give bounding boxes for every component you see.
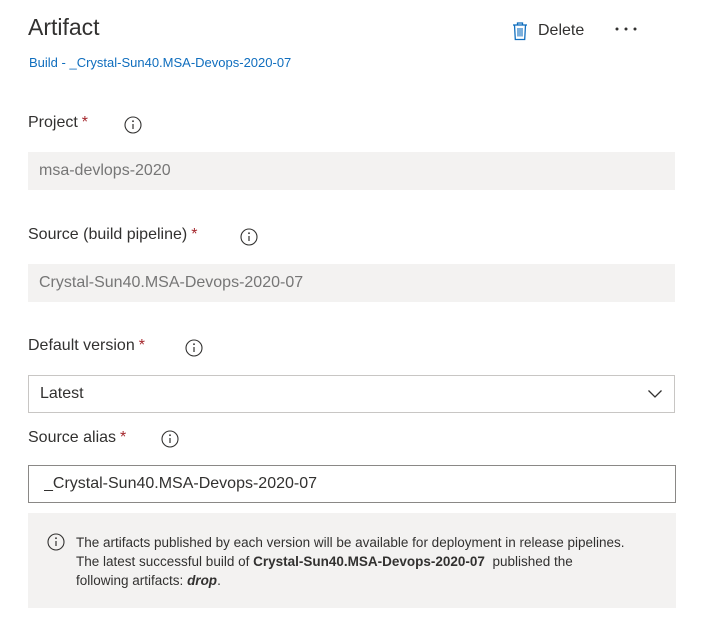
page-title: Artifact [28,14,100,40]
delete-button[interactable]: Delete [512,16,584,46]
required-mark: * [191,226,198,243]
project-field: msa-devlops-2020 [28,152,675,190]
more-icon [614,26,638,32]
source-alias-field[interactable] [28,465,676,503]
info-icon[interactable] [124,116,142,134]
trash-icon [512,21,528,41]
info-note: The artifacts published by each version … [28,513,676,608]
chevron-down-icon [647,389,663,399]
more-button[interactable] [612,14,640,44]
source-field: Crystal-Sun40.MSA-Devops-2020-07 [28,264,675,302]
info-note-text: The artifacts published by each version … [76,535,625,588]
project-label: Project * [28,114,89,131]
required-mark: * [81,114,89,131]
artifact-name: drop [187,573,218,588]
info-icon [47,533,65,551]
required-mark: * [120,429,127,446]
build-link[interactable]: Build - _Crystal-Sun40.MSA-Devops-2020-0… [29,55,291,70]
required-mark: * [138,337,145,354]
source-alias-input[interactable] [44,475,664,493]
default-version-label: Default version * [28,337,145,354]
delete-label: Delete [538,22,585,39]
source-alias-label: Source alias * [28,429,127,446]
source-label: Source (build pipeline) * [28,226,198,243]
info-icon[interactable] [161,430,179,448]
default-version-dropdown[interactable]: Latest [28,375,675,413]
build-name: Crystal-Sun40.MSA-Devops-2020-07 [253,554,485,569]
info-icon[interactable] [240,228,258,246]
info-icon[interactable] [185,339,203,357]
